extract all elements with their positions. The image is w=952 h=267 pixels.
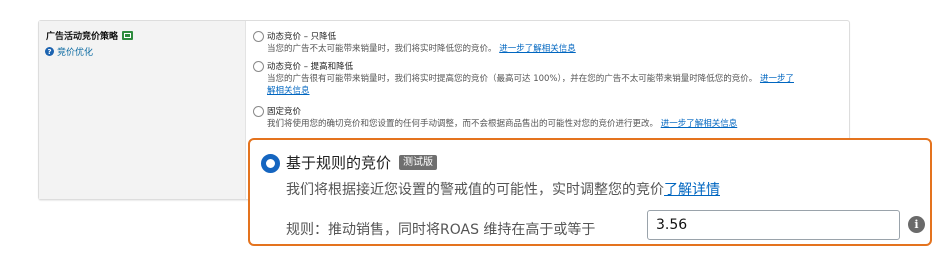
radio-dynamic-down[interactable]: [253, 31, 264, 42]
beta-badge: 测试版: [399, 155, 438, 170]
option-title: 动态竞价 – 只降低: [267, 32, 337, 42]
option-desc-text: 我们将使用您的确切竞价和您设置的任何手动调整，而不会根据商品售出的可能性对您的竞…: [267, 119, 659, 129]
option-desc-text: 当您的广告很有可能带来销量时，我们将实时提高您的竞价（最高可达 100%），并在…: [267, 74, 758, 84]
radio-fixed[interactable]: [253, 106, 264, 117]
learn-more-link-cont[interactable]: 解相关信息: [267, 86, 310, 96]
strategy-title-text: 广告活动竞价策略: [46, 32, 119, 42]
rule-based-desc-text: 我们将根据接近您设置的警戒值的可能性，实时调整您的竞价: [286, 182, 664, 198]
learn-more-link[interactable]: 进一步了解相关信息: [661, 119, 738, 129]
bid-optimization-link-text[interactable]: 竞价优化: [57, 45, 93, 58]
option-desc: 当您的广告很有可能带来销量时，我们将实时提高您的竞价（最高可达 100%），并在…: [267, 73, 847, 97]
roas-input[interactable]: [647, 210, 900, 240]
rule-label: 规则：推动销售，同时将ROAS 维持在高于或等于: [286, 222, 596, 238]
rule-based-bidding-card[interactable]: 基于规则的竞价 测试版 我们将根据接近您设置的警戒值的可能性，实时调整您的竞价了…: [248, 138, 932, 246]
learn-more-link[interactable]: 进一步了: [760, 74, 794, 84]
rule-based-title: 基于规则的竞价 测试版: [286, 152, 438, 173]
question-icon: ?: [45, 47, 54, 56]
option-title: 动态竞价 – 提高和降低: [267, 62, 354, 72]
option-dynamic-up-down[interactable]: 动态竞价 – 提高和降低 当您的广告很有可能带来销量时，我们将实时提高您的竞价（…: [253, 60, 843, 100]
learn-more-link[interactable]: 进一步了解相关信息: [499, 44, 576, 54]
bid-optimization-help-link[interactable]: ? 竞价优化: [45, 45, 93, 58]
option-desc: 当您的广告不太可能带来销量时，我们将实时降低您的竞价。 进一步了解相关信息: [267, 43, 576, 55]
rule-based-title-text: 基于规则的竞价: [286, 154, 392, 172]
new-icon: [122, 31, 134, 40]
strategy-title: 广告活动竞价策略: [46, 29, 134, 42]
label-column: 广告活动竞价策略 ? 竞价优化: [39, 21, 246, 199]
option-desc-text: 当您的广告不太可能带来销量时，我们将实时降低您的竞价。: [267, 44, 497, 54]
option-desc: 我们将使用您的确切竞价和您设置的任何手动调整，而不会根据商品售出的可能性对您的竞…: [267, 118, 737, 130]
option-fixed[interactable]: 固定竞价 我们将使用您的确切竞价和您设置的任何手动调整，而不会根据商品售出的可能…: [253, 105, 843, 135]
rule-based-desc: 我们将根据接近您设置的警戒值的可能性，实时调整您的竞价了解详情: [286, 179, 720, 199]
radio-dynamic-up-down[interactable]: [253, 61, 264, 72]
radio-rule-based-selected[interactable]: [261, 154, 280, 173]
learn-details-link[interactable]: 了解详情: [664, 182, 720, 198]
option-dynamic-down[interactable]: 动态竞价 – 只降低 当您的广告不太可能带来销量时，我们将实时降低您的竞价。 进…: [253, 30, 843, 60]
info-icon[interactable]: i: [908, 216, 925, 233]
option-title: 固定竞价: [267, 107, 302, 117]
